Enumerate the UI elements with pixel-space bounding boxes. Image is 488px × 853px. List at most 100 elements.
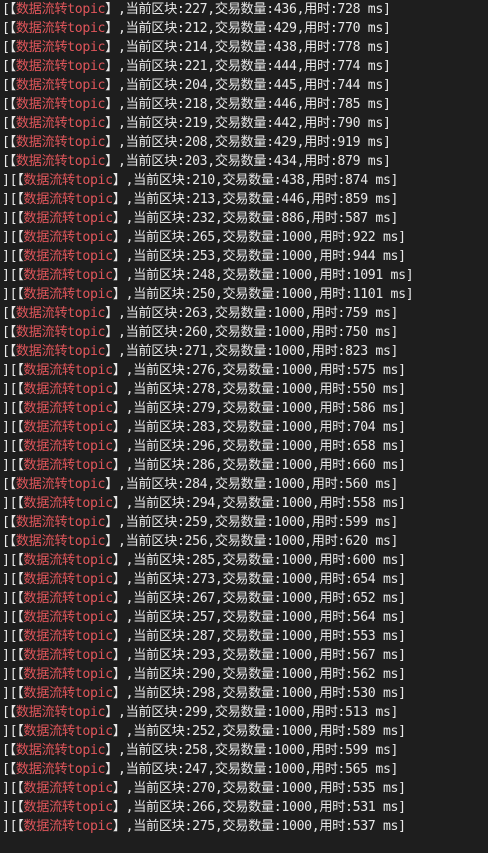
log-line-message: 】,当前区块:256,交易数量:1000,用时:620 ms] [105,534,399,549]
log-line-prefix: [【 [2,78,16,93]
log-line-message: 】,当前区块:232,交易数量:886,用时:587 ms] [112,211,399,226]
log-line: ][【数据流转topic】,当前区块:232,交易数量:886,用时:587 m… [2,209,488,228]
log-line: ][【数据流转topic】,当前区块:279,交易数量:1000,用时:586 … [2,399,488,418]
log-line-prefix: ][【 [2,667,24,682]
log-line-message: 】,当前区块:213,交易数量:446,用时:859 ms] [112,192,399,207]
log-line: [【数据流转topic】,当前区块:214,交易数量:438,用时:778 ms… [2,38,488,57]
log-line: ][【数据流转topic】,当前区块:257,交易数量:1000,用时:564 … [2,608,488,627]
log-line-message: 】,当前区块:267,交易数量:1000,用时:652 ms] [112,591,406,606]
log-line-topic: 数据流转topic [15,2,106,17]
log-line-topic: 数据流转topic [23,610,113,625]
log-line-message: 】,当前区块:214,交易数量:438,用时:778 ms] [105,40,391,55]
log-line-message: 】,当前区块:204,交易数量:445,用时:744 ms] [105,78,391,93]
log-line-message: 】,当前区块:258,交易数量:1000,用时:599 ms] [105,743,399,758]
log-line-message: 】,当前区块:271,交易数量:1000,用时:823 ms] [105,344,399,359]
log-line: [【数据流转topic】,当前区块:247,交易数量:1000,用时:565 m… [2,760,488,779]
log-line-topic: 数据流转topic [23,363,113,378]
log-line-prefix: ][【 [2,572,24,587]
log-line-topic: 数据流转topic [15,59,106,74]
log-line-prefix: [【 [2,743,16,758]
log-line-prefix: ][【 [2,496,24,511]
log-line-prefix: [【 [2,705,16,720]
log-line: ][【数据流转topic】,当前区块:252,交易数量:1000,用时:589 … [2,722,488,741]
log-line-message: 】,当前区块:210,交易数量:438,用时:874 ms] [112,173,399,188]
log-line-prefix: ][【 [2,686,24,701]
log-line-prefix: ][【 [2,629,24,644]
log-line-message: 】,当前区块:221,交易数量:444,用时:774 ms] [105,59,391,74]
log-line: ][【数据流转topic】,当前区块:285,交易数量:1000,用时:600 … [2,551,488,570]
log-line: ][【数据流转topic】,当前区块:283,交易数量:1000,用时:704 … [2,418,488,437]
log-line: [【数据流转topic】,当前区块:260,交易数量:1000,用时:750 m… [2,323,488,342]
log-line-message: 】,当前区块:260,交易数量:1000,用时:750 ms] [105,325,399,340]
log-line-message: 】,当前区块:259,交易数量:1000,用时:599 ms] [105,515,399,530]
log-line-prefix: ][【 [2,173,24,188]
log-line-prefix: ][【 [2,249,24,264]
log-line-topic: 数据流转topic [15,135,106,150]
log-line-topic: 数据流转topic [23,591,113,606]
log-line-prefix: ][【 [2,420,24,435]
log-line-prefix: ][【 [2,230,24,245]
log-line-message: 】,当前区块:208,交易数量:429,用时:919 ms] [105,135,391,150]
log-line: ][【数据流转topic】,当前区块:250,交易数量:1000,用时:1101… [2,285,488,304]
log-line-topic: 数据流转topic [23,287,113,302]
log-line-prefix: [【 [2,477,16,492]
log-line-message: 】,当前区块:284,交易数量:1000,用时:560 ms] [105,477,399,492]
log-line: ][【数据流转topic】,当前区块:273,交易数量:1000,用时:654 … [2,570,488,589]
log-line-message: 】,当前区块:212,交易数量:429,用时:770 ms] [105,21,391,36]
log-line-prefix: ][【 [2,363,24,378]
log-line-message: 】,当前区块:290,交易数量:1000,用时:562 ms] [112,667,406,682]
log-line: [【数据流转topic】,当前区块:259,交易数量:1000,用时:599 m… [2,513,488,532]
log-line-message: 】,当前区块:257,交易数量:1000,用时:564 ms] [112,610,406,625]
log-line-prefix: [【 [2,116,16,131]
log-line-prefix: ][【 [2,553,24,568]
log-line: ][【数据流转topic】,当前区块:298,交易数量:1000,用时:530 … [2,684,488,703]
log-line-message: 】,当前区块:266,交易数量:1000,用时:531 ms] [112,800,406,815]
log-line: ][【数据流转topic】,当前区块:248,交易数量:1000,用时:1091… [2,266,488,285]
log-line-prefix: [【 [2,325,16,340]
log-line-prefix: [【 [2,154,16,169]
log-line: [【数据流转topic】,当前区块:263,交易数量:1000,用时:759 m… [2,304,488,323]
log-line-message: 】,当前区块:265,交易数量:1000,用时:922 ms] [112,230,406,245]
log-line-message: 】,当前区块:248,交易数量:1000,用时:1091 ms] [112,268,414,283]
log-line-prefix: ][【 [2,458,24,473]
log-line-prefix: ][【 [2,819,24,834]
log-line-message: 】,当前区块:247,交易数量:1000,用时:565 ms] [105,762,399,777]
log-line-topic: 数据流转topic [15,21,106,36]
log-line: [【数据流转topic】,当前区块:258,交易数量:1000,用时:599 m… [2,741,488,760]
log-line-topic: 数据流转topic [23,496,113,511]
log-line-topic: 数据流转topic [23,173,113,188]
log-line-topic: 数据流转topic [15,154,106,169]
log-line: ][【数据流转topic】,当前区块:296,交易数量:1000,用时:658 … [2,437,488,456]
log-line-topic: 数据流转topic [23,553,113,568]
log-line: [【数据流转topic】,当前区块:256,交易数量:1000,用时:620 m… [2,532,488,551]
log-line-message: 】,当前区块:278,交易数量:1000,用时:550 ms] [112,382,406,397]
log-line-topic: 数据流转topic [23,382,113,397]
log-line-prefix: ][【 [2,268,24,283]
log-line-topic: 数据流转topic [15,78,106,93]
log-line-topic: 数据流转topic [23,268,113,283]
log-line: ][【数据流转topic】,当前区块:213,交易数量:446,用时:859 m… [2,190,488,209]
log-line: [【数据流转topic】,当前区块:204,交易数量:445,用时:744 ms… [2,76,488,95]
log-line-topic: 数据流转topic [23,819,113,834]
log-line-message: 】,当前区块:293,交易数量:1000,用时:567 ms] [112,648,406,663]
log-line-topic: 数据流转topic [15,534,106,549]
log-line: ][【数据流转topic】,当前区块:265,交易数量:1000,用时:922 … [2,228,488,247]
log-line-prefix: ][【 [2,439,24,454]
terminal-output[interactable]: [【数据流转topic】,当前区块:227,交易数量:436,用时:728 ms… [0,0,488,853]
log-line-message: 】,当前区块:285,交易数量:1000,用时:600 ms] [112,553,406,568]
log-line: ][【数据流转topic】,当前区块:275,交易数量:1000,用时:537 … [2,817,488,836]
log-line-message: 】,当前区块:250,交易数量:1000,用时:1101 ms] [112,287,414,302]
log-line-topic: 数据流转topic [15,306,106,321]
log-line-topic: 数据流转topic [15,40,106,55]
log-line-prefix: ][【 [2,610,24,625]
log-line-message: 】,当前区块:287,交易数量:1000,用时:553 ms] [112,629,406,644]
log-line-topic: 数据流转topic [15,344,106,359]
log-line: [【数据流转topic】,当前区块:271,交易数量:1000,用时:823 m… [2,342,488,361]
log-line-prefix: ][【 [2,211,24,226]
log-line-prefix: ][【 [2,382,24,397]
log-line: ][【数据流转topic】,当前区块:290,交易数量:1000,用时:562 … [2,665,488,684]
log-line-message: 】,当前区块:218,交易数量:446,用时:785 ms] [105,97,391,112]
log-line-prefix: ][【 [2,192,24,207]
log-line-message: 】,当前区块:298,交易数量:1000,用时:530 ms] [112,686,406,701]
log-line-message: 】,当前区块:273,交易数量:1000,用时:654 ms] [112,572,406,587]
